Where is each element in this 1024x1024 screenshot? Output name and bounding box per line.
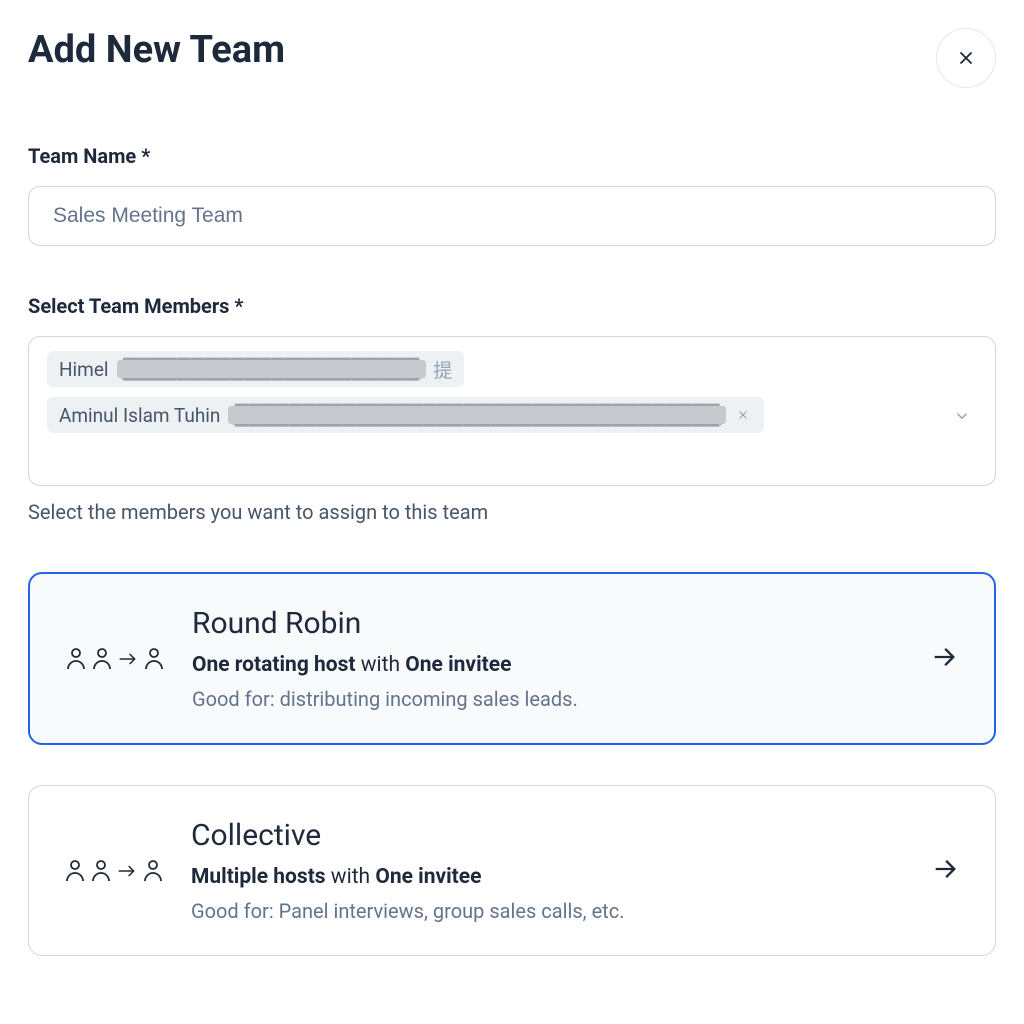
remove-member-button[interactable] (734, 406, 752, 424)
member-chip-email: (████████████████████████████████████) (228, 403, 726, 427)
person-icon (92, 647, 112, 671)
arrow-right-icon (931, 855, 959, 883)
team-name-label: Team Name * (28, 144, 996, 168)
option-subtitle: One rotating host with One invitee (192, 653, 902, 677)
arrow-right-icon (117, 863, 137, 879)
member-chip: Himel (██████████████████████) 提 (47, 351, 464, 387)
person-icon (144, 647, 164, 671)
option-title: Collective (191, 818, 903, 853)
person-icon (143, 859, 163, 883)
collective-icon (65, 859, 163, 883)
option-collective[interactable]: Collective Multiple hosts with One invit… (28, 785, 996, 956)
remove-member-button[interactable]: 提 (434, 360, 452, 378)
x-icon (736, 408, 750, 422)
members-helper-text: Select the members you want to assign to… (28, 500, 996, 524)
team-members-label: Select Team Members * (28, 294, 996, 318)
member-chip-name: Aminul Islam Tuhin (59, 404, 220, 427)
person-icon (91, 859, 111, 883)
person-icon (65, 859, 85, 883)
member-chip-name: Himel (59, 358, 109, 381)
modal-title: Add New Team (28, 28, 285, 72)
arrow-right-icon (930, 643, 958, 671)
close-button[interactable] (936, 28, 996, 88)
option-round-robin[interactable]: Round Robin One rotating host with One i… (28, 572, 996, 745)
round-robin-icon (66, 647, 164, 671)
person-icon (66, 647, 86, 671)
option-desc: Good for: distributing incoming sales le… (192, 687, 902, 711)
team-members-select[interactable]: Himel (██████████████████████) 提 Aminul … (28, 336, 996, 486)
close-icon (955, 47, 977, 69)
option-desc: Good for: Panel interviews, group sales … (191, 899, 903, 923)
dropdown-toggle[interactable] (953, 407, 971, 429)
member-chip: Aminul Islam Tuhin (████████████████████… (47, 397, 764, 433)
option-select-arrow (930, 643, 958, 675)
arrow-right-icon (118, 651, 138, 667)
team-name-input[interactable] (28, 186, 996, 246)
option-subtitle: Multiple hosts with One invitee (191, 865, 903, 889)
member-chip-email: (██████████████████████) (117, 357, 426, 381)
option-select-arrow (931, 855, 959, 887)
chevron-down-icon (953, 407, 971, 425)
option-title: Round Robin (192, 606, 902, 641)
